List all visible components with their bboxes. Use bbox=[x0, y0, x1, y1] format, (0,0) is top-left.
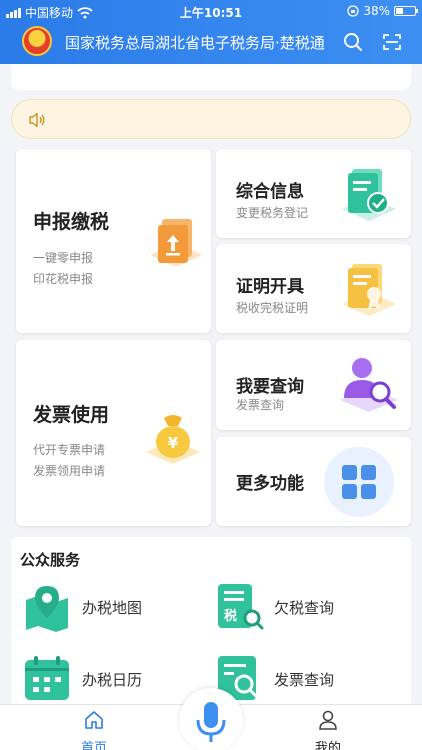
notice-bar[interactable] bbox=[11, 99, 411, 139]
declare-tax-line-1: 一键零申报 bbox=[33, 251, 94, 265]
search-icon[interactable] bbox=[343, 32, 363, 52]
general-info-title: 综合信息 bbox=[236, 182, 304, 202]
service-tax-calendar[interactable]: 办税日历 bbox=[22, 654, 142, 704]
service-tax-arrears[interactable]: 税 欠税查询 bbox=[214, 582, 334, 632]
tab-mine[interactable]: 我的 bbox=[298, 709, 358, 750]
invoice-use-line-2: 发票领用申请 bbox=[33, 464, 106, 478]
service-invoice-query-label: 发票查询 bbox=[274, 670, 335, 689]
certificate-sub: 税收完税证明 bbox=[236, 301, 309, 315]
more-functions-title: 更多功能 bbox=[236, 474, 304, 494]
more-functions-card[interactable]: 更多功能 bbox=[216, 437, 411, 526]
orientation-lock-icon bbox=[347, 5, 359, 17]
scan-icon[interactable] bbox=[382, 32, 402, 52]
upload-folder-icon bbox=[150, 219, 202, 267]
money-bag-icon: ¥ bbox=[146, 415, 200, 464]
service-tax-map[interactable]: 办税地图 bbox=[22, 582, 142, 632]
top-bar: 中国移动 上午10:51 38% 国家税务总局湖北省电子税务局·楚税通 bbox=[0, 0, 422, 64]
more-grid-icon bbox=[324, 447, 394, 517]
public-service-section: 公众服务 办税地图 税 欠税查询 办税日历 发票查询 bbox=[11, 537, 411, 707]
declare-tax-line-2: 印花税申报 bbox=[33, 272, 94, 286]
tax-search-icon: 税 bbox=[218, 584, 264, 630]
banner-area bbox=[11, 64, 411, 90]
certificate-card[interactable]: 证明开具 税收完税证明 bbox=[216, 244, 411, 333]
public-service-title: 公众服务 bbox=[20, 551, 81, 569]
service-tax-arrears-label: 欠税查询 bbox=[274, 598, 335, 617]
declare-tax-card[interactable]: 申报缴税 一键零申报 印花税申报 bbox=[16, 149, 211, 333]
invoice-use-card[interactable]: 发票使用 代开专票申请 发票领用申请 ¥ bbox=[16, 340, 211, 526]
service-tax-calendar-label: 办税日历 bbox=[82, 670, 143, 689]
app-header: 国家税务总局湖北省电子税务局·楚税通 bbox=[0, 22, 422, 64]
user-search-icon bbox=[340, 358, 398, 412]
page-title: 国家税务总局湖北省电子税务局·楚税通 bbox=[65, 34, 325, 52]
map-pin-icon bbox=[26, 586, 68, 632]
voice-button[interactable] bbox=[179, 688, 243, 750]
user-icon bbox=[319, 710, 337, 730]
status-bar: 中国移动 上午10:51 38% bbox=[0, 0, 422, 22]
calendar-icon bbox=[25, 656, 69, 700]
speaker-icon bbox=[29, 112, 45, 128]
svg-text:税: 税 bbox=[224, 608, 237, 624]
tax-emblem-logo bbox=[22, 26, 52, 56]
certificate-title: 证明开具 bbox=[236, 277, 304, 297]
tab-home-label: 首页 bbox=[80, 741, 107, 750]
battery-fill bbox=[396, 8, 403, 14]
microphone-icon bbox=[196, 702, 226, 742]
svg-text:¥: ¥ bbox=[168, 434, 179, 452]
query-card[interactable]: 我要查询 发票查询 bbox=[216, 340, 411, 430]
query-title: 我要查询 bbox=[236, 377, 304, 397]
invoice-use-line-1: 代开专票申请 bbox=[33, 443, 106, 457]
invoice-use-title: 发票使用 bbox=[33, 404, 110, 426]
query-sub: 发票查询 bbox=[236, 398, 285, 412]
tab-home[interactable]: 首页 bbox=[64, 709, 124, 750]
home-icon bbox=[85, 711, 103, 729]
certificate-icon bbox=[342, 264, 396, 316]
tab-mine-label: 我的 bbox=[314, 741, 341, 750]
document-check-icon bbox=[342, 169, 396, 221]
battery-percent: 38% bbox=[363, 4, 390, 18]
declare-tax-title: 申报缴税 bbox=[33, 211, 110, 233]
general-info-card[interactable]: 综合信息 变更税务登记 bbox=[216, 149, 411, 238]
general-info-sub: 变更税务登记 bbox=[236, 206, 309, 220]
battery-icon bbox=[394, 6, 418, 16]
service-tax-map-label: 办税地图 bbox=[82, 598, 143, 617]
